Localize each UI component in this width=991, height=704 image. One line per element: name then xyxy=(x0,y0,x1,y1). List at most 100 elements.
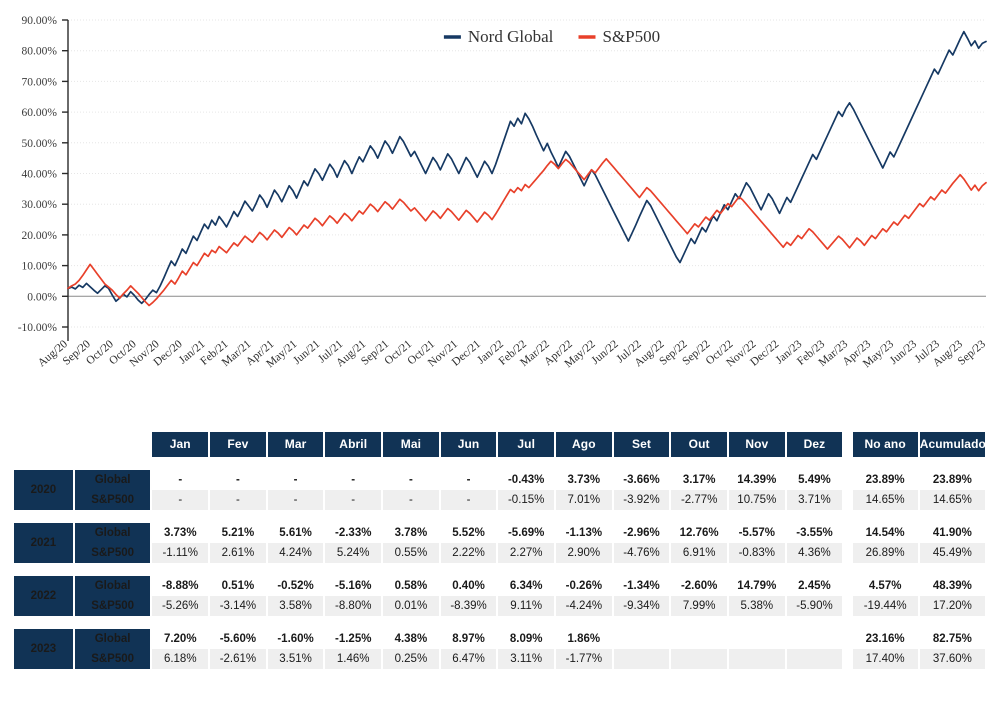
cell-fev: 0.51% xyxy=(210,576,266,596)
table-body: 2020 Global - - - - - - -0.43% 3.73% -3.66% 3.17% 14… xyxy=(14,457,985,669)
column-header-abril[interactable]: Abril xyxy=(325,432,382,457)
cell-ago: 2.90% xyxy=(556,543,612,563)
cell-ago: -0.26% xyxy=(556,576,612,596)
row-gap xyxy=(14,563,985,576)
y-axis-label: 20.00% xyxy=(22,230,58,242)
cell-dez: 4.36% xyxy=(786,543,843,563)
cell-ago: 1.86% xyxy=(556,629,612,649)
cell-jul: -0.43% xyxy=(498,470,555,490)
column-header-acumulado[interactable]: Acumulado xyxy=(919,432,986,457)
column-header-mar[interactable]: Mar xyxy=(267,432,324,457)
cell-ago: 3.73% xyxy=(556,470,612,490)
cell-acumulado: 14.65% xyxy=(919,490,985,510)
cell-dez: 5.49% xyxy=(786,470,843,490)
column-header-out[interactable]: Out xyxy=(671,432,727,457)
index-label: Global xyxy=(74,470,151,490)
header-spacer xyxy=(844,432,850,457)
cell-abril: -2.33% xyxy=(325,523,382,543)
table-row: 2023 Global 7.20% -5.60% -1.60% -1.25% 4.38% 8.… xyxy=(14,629,985,669)
cell-mai: 0.58% xyxy=(383,576,439,596)
cell-jun: -8.39% xyxy=(440,596,497,616)
year-label-2021: 2021 xyxy=(14,523,73,563)
cell-no-ano: 14.65% xyxy=(852,490,918,510)
cell-set: -9.34% xyxy=(613,596,670,616)
column-header-dez[interactable]: Dez xyxy=(786,432,843,457)
header-blank-year xyxy=(14,432,73,457)
cell-set: -3.66% xyxy=(613,470,670,490)
column-header-no-ano[interactable]: No ano xyxy=(852,432,918,457)
cell-acumulado: 17.20% xyxy=(919,596,985,616)
y-axis-label: 10.00% xyxy=(22,261,58,273)
column-header-fev[interactable]: Fev xyxy=(210,432,266,457)
index-label: S&P500 xyxy=(74,490,151,510)
cell-abril: -5.16% xyxy=(325,576,382,596)
cell-fev: -3.14% xyxy=(210,596,266,616)
header-blank-index xyxy=(75,432,151,457)
cell-abril: - xyxy=(325,470,382,490)
cell-out xyxy=(671,629,727,649)
cell-nov: 5.38% xyxy=(728,596,785,616)
cell-jan: 7.20% xyxy=(152,629,209,649)
cell-ago: -1.77% xyxy=(556,649,612,669)
cell-mar: - xyxy=(267,470,324,490)
cell-jul: 3.11% xyxy=(498,649,555,669)
cell-abril: -8.80% xyxy=(325,596,382,616)
column-header-mai[interactable]: Mai xyxy=(383,432,439,457)
cell-acumulado: 37.60% xyxy=(919,649,985,669)
y-axis-label: 0.00% xyxy=(27,291,57,303)
cell-jan: 6.18% xyxy=(152,649,209,669)
cell-jan: -8.88% xyxy=(152,576,209,596)
legend-label: S&P500 xyxy=(603,27,661,46)
cell-mai: - xyxy=(383,490,439,510)
column-header-jan[interactable]: Jan xyxy=(152,432,209,457)
cell-mar: 5.61% xyxy=(267,523,324,543)
cell-jul: 8.09% xyxy=(498,629,555,649)
table-row: S&P500 -1.11% 2.61% 4.24% 5.24% 0.55% 2.22% 2.2… xyxy=(14,543,985,563)
cell-set: -4.76% xyxy=(613,543,670,563)
column-header-ago[interactable]: Ago xyxy=(556,432,612,457)
cell-acumulado: 23.89% xyxy=(919,470,985,490)
year-label-2023: 2023 xyxy=(14,629,73,669)
cell-spacer xyxy=(844,470,850,490)
cell-fev: 2.61% xyxy=(210,543,266,563)
index-label: Global xyxy=(74,629,151,649)
cell-mai: 4.38% xyxy=(383,629,439,649)
cell-nov xyxy=(728,649,785,669)
cell-jun: 6.47% xyxy=(440,649,497,669)
cell-spacer xyxy=(844,490,850,510)
cell-mar: 3.51% xyxy=(267,649,324,669)
cell-acumulado: 41.90% xyxy=(919,523,985,543)
cell-no-ano: 17.40% xyxy=(852,649,918,669)
y-axis-label: 70.00% xyxy=(22,76,58,88)
cell-fev: - xyxy=(210,490,266,510)
x-axis-label: Jun/21 xyxy=(291,338,322,367)
y-axis-label: 90.00% xyxy=(22,15,58,27)
cell-spacer xyxy=(844,523,850,543)
index-label: Global xyxy=(74,523,151,543)
column-header-set[interactable]: Set xyxy=(613,432,670,457)
cell-fev: - xyxy=(210,470,266,490)
cell-out: 12.76% xyxy=(671,523,727,543)
cell-mai: - xyxy=(383,470,439,490)
monthly-returns-table: Jan Fev Mar Abril Mai Jun Jul Ago Set Out Nov Dez No… xyxy=(0,432,991,669)
table-header: Jan Fev Mar Abril Mai Jun Jul Ago Set Out Nov Dez No… xyxy=(14,432,986,457)
cell-jun: - xyxy=(440,470,497,490)
cell-set: -3.92% xyxy=(613,490,670,510)
cell-ago: 7.01% xyxy=(556,490,612,510)
cell-no-ano: 23.89% xyxy=(852,470,918,490)
cell-spacer xyxy=(844,629,850,649)
cell-dez xyxy=(786,649,843,669)
column-header-jun[interactable]: Jun xyxy=(440,432,497,457)
cell-mar: -0.52% xyxy=(267,576,324,596)
cell-jan: -1.11% xyxy=(152,543,209,563)
y-axis-label: 80.00% xyxy=(22,46,58,58)
cell-jan: - xyxy=(152,470,209,490)
year-label-2020: 2020 xyxy=(14,470,73,510)
index-label: S&P500 xyxy=(74,543,151,563)
cell-mai: 0.25% xyxy=(383,649,439,669)
column-header-jul[interactable]: Jul xyxy=(498,432,555,457)
table-header-row: Jan Fev Mar Abril Mai Jun Jul Ago Set Out Nov Dez No… xyxy=(14,432,986,457)
cell-mar: 4.24% xyxy=(267,543,324,563)
table-row: S&P500- - - - - - -0.15% 7.01% -3.92% -2.77% 10.75… xyxy=(14,490,985,510)
column-header-nov[interactable]: Nov xyxy=(728,432,785,457)
